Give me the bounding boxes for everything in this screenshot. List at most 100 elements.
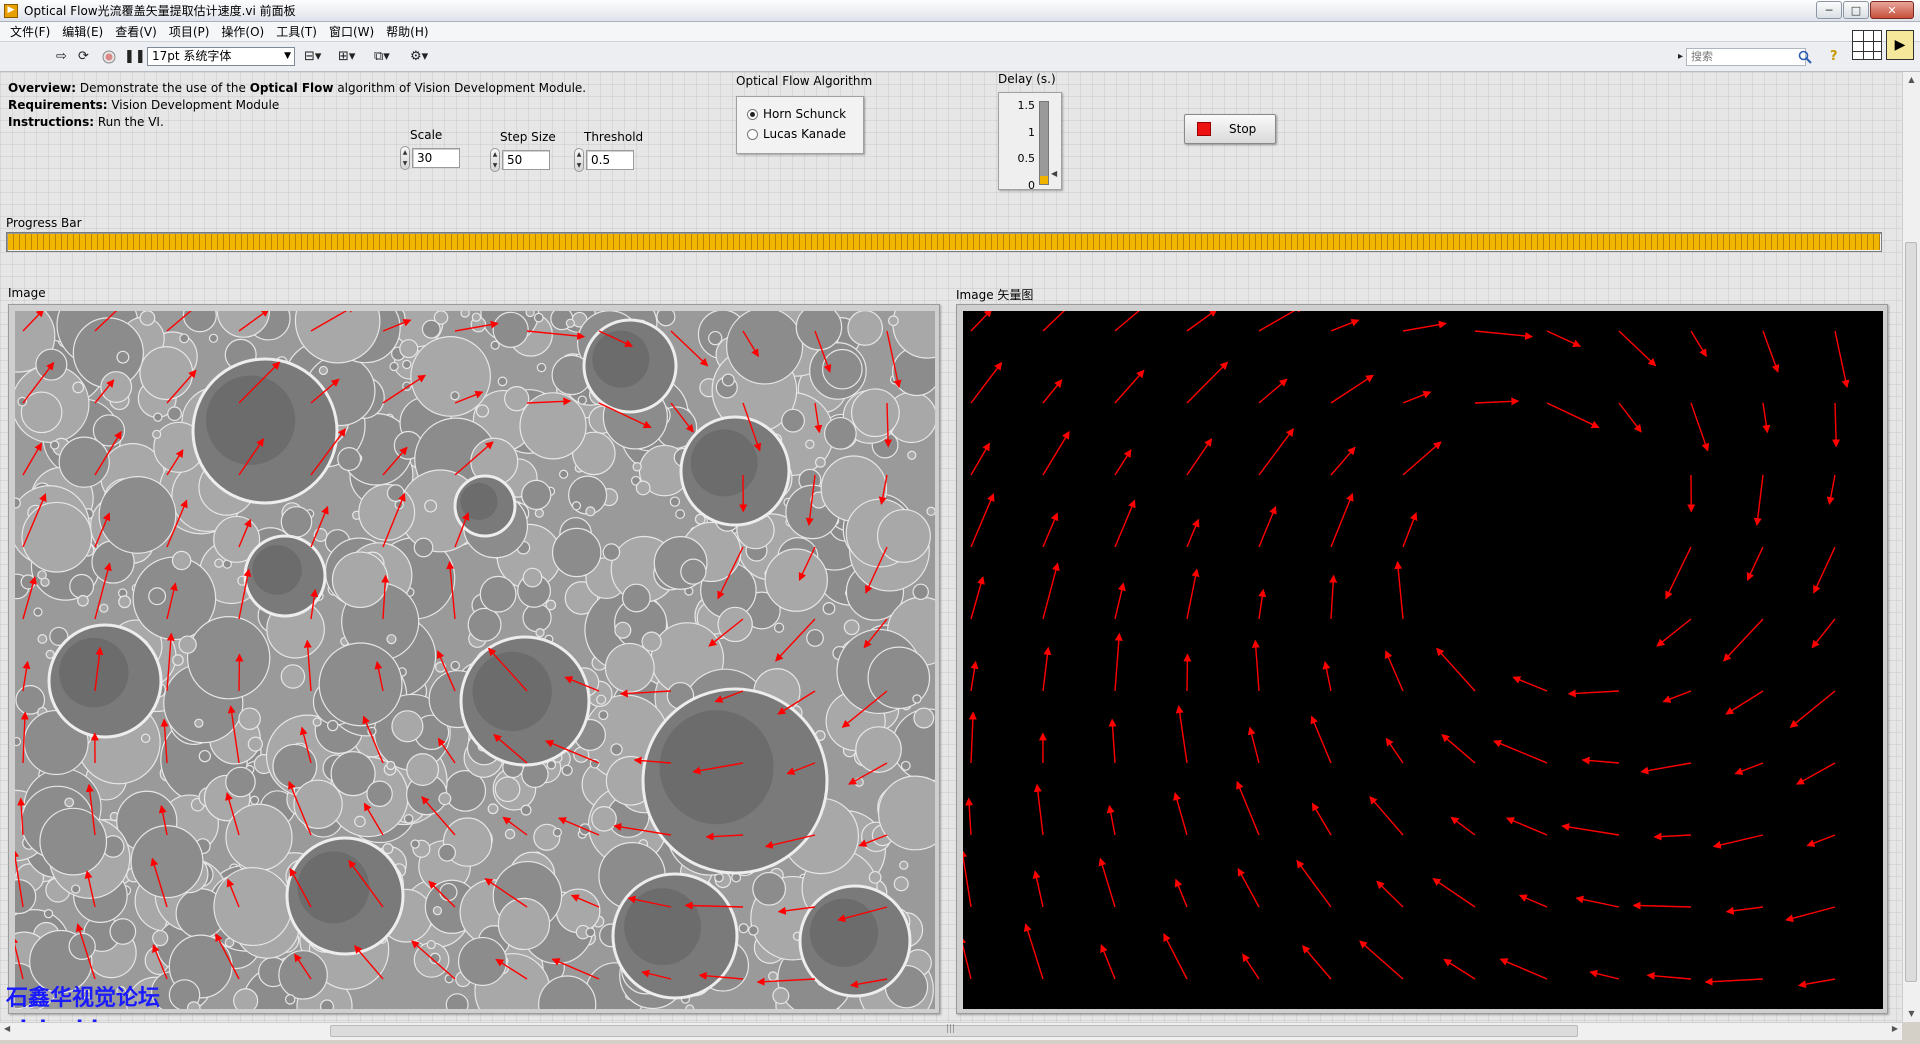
bubble (753, 872, 786, 905)
bubble (451, 392, 459, 400)
menu-tools[interactable]: 工具(T) (270, 22, 323, 42)
bubble (332, 552, 387, 607)
stop-button[interactable]: Stop (1184, 114, 1276, 144)
bubble (99, 477, 176, 554)
instructions-line: Instructions: Run the VI. (8, 114, 586, 131)
bubble (562, 765, 572, 775)
threshold-input[interactable]: 0.5 (586, 150, 634, 170)
scroll-down-icon[interactable]: ▼ (1903, 1006, 1920, 1022)
menu-file[interactable]: 文件(F) (4, 22, 56, 42)
help-icon[interactable]: ? (1830, 48, 1838, 65)
bubble (226, 767, 255, 796)
vector-field-image[interactable] (963, 311, 1883, 1009)
bubble (816, 458, 826, 468)
bubble (633, 463, 641, 471)
run-arrow-icon[interactable]: ⇨ (56, 48, 67, 65)
front-panel: Overview: Demonstrate the use of the Opt… (0, 72, 1902, 1022)
step-size-input[interactable]: 50 (502, 150, 550, 170)
bubble-shade (297, 851, 369, 923)
bubble (523, 568, 542, 587)
bubble (553, 828, 561, 836)
scale-spinner[interactable]: ▲▼ (400, 146, 410, 170)
menu-edit[interactable]: 编辑(E) (56, 22, 109, 42)
bubble (439, 793, 451, 805)
image-left-label: Image (8, 286, 46, 300)
bubble (18, 397, 27, 406)
delay-slider-thumb-icon[interactable]: ◀ (1051, 169, 1057, 178)
resize-objects-icon[interactable]: ⧉▾ (374, 48, 390, 65)
bubble-shade (810, 899, 878, 967)
bubble (439, 844, 456, 861)
radio-lucas-kanade[interactable]: Lucas Kanade (747, 127, 846, 141)
pause-icon[interactable]: ❚❚ (124, 48, 146, 65)
run-continuously-icon[interactable]: ⟳ (78, 48, 89, 65)
menu-operate[interactable]: 操作(O) (215, 22, 270, 42)
scale-input[interactable]: 30 (412, 148, 460, 168)
bubble (281, 665, 304, 688)
menu-window[interactable]: 窗口(W) (323, 22, 380, 42)
search-input[interactable]: 搜索 (1686, 48, 1806, 66)
foam-image-with-vectors[interactable] (15, 311, 935, 1009)
bubble (913, 695, 921, 703)
font-select[interactable]: 17pt 系统字体 ▼ (147, 47, 295, 66)
bubble (901, 761, 910, 770)
bubble (51, 441, 59, 449)
reorder-icon[interactable]: ⚙▾ (410, 48, 428, 65)
bubble (319, 643, 402, 726)
vertical-scrollbar[interactable]: ▲ ▼ (1902, 72, 1920, 1022)
menu-help[interactable]: 帮助(H) (380, 22, 434, 42)
bubble (451, 661, 459, 669)
bubble (313, 718, 321, 726)
stop-square-icon (1197, 122, 1211, 136)
radio-horn-schunck[interactable]: Horn Schunck (747, 107, 846, 121)
bubble (603, 544, 619, 560)
scroll-up-icon[interactable]: ▲ (1903, 72, 1920, 88)
bubble (578, 396, 586, 404)
radio-selected-icon (747, 109, 758, 120)
bubble (387, 635, 396, 644)
overview-line: Overview: Demonstrate the use of the Opt… (8, 80, 586, 97)
delay-tick: 0.5 (1018, 152, 1036, 165)
bubble (34, 608, 42, 616)
bubble (387, 761, 395, 769)
horizontal-scrollbar[interactable]: ◀ ||| ▶ (0, 1022, 1902, 1040)
bubble (546, 600, 555, 609)
connector-pane-icon[interactable] (1852, 30, 1882, 60)
bubble (173, 655, 183, 665)
bubble (498, 377, 507, 386)
bubble (894, 877, 908, 891)
bubble (251, 796, 259, 804)
vertical-scroll-thumb[interactable] (1905, 242, 1917, 982)
bubble (477, 405, 489, 417)
description-text: Overview: Demonstrate the use of the Opt… (8, 80, 586, 131)
distribute-objects-icon[interactable]: ⊞▾ (338, 48, 355, 65)
stop-button-label: Stop (1229, 122, 1256, 136)
scroll-left-icon[interactable]: ◀ (4, 1024, 10, 1033)
bubble (586, 507, 595, 516)
menu-view[interactable]: 查看(V) (109, 22, 163, 42)
align-objects-icon[interactable]: ⊟▾ (304, 48, 321, 65)
bubble (70, 574, 94, 598)
threshold-spinner[interactable]: ▲▼ (574, 148, 584, 172)
bubble (536, 629, 544, 637)
close-button[interactable]: ✕ (1870, 1, 1914, 19)
bubble (328, 720, 338, 730)
delay-slider-track[interactable] (1039, 101, 1049, 185)
bubble-shade (473, 652, 552, 731)
scroll-right-icon[interactable]: ▶ (1892, 1024, 1898, 1033)
bubble (856, 727, 901, 772)
bubble (440, 884, 457, 901)
bubble (425, 500, 437, 512)
menu-project[interactable]: 项目(P) (163, 22, 216, 42)
step-size-spinner[interactable]: ▲▼ (490, 148, 500, 172)
bubble (461, 311, 469, 317)
bubble (592, 807, 616, 831)
search-icon[interactable] (1798, 48, 1812, 65)
progress-bar-fill (8, 234, 1880, 250)
abort-icon[interactable] (102, 48, 116, 65)
minimize-button[interactable]: ─ (1816, 1, 1842, 19)
radio-unselected-icon (747, 129, 758, 140)
maximize-button[interactable]: □ (1843, 1, 1869, 19)
bubble (168, 407, 181, 420)
vi-icon[interactable]: ▶ (1886, 30, 1914, 60)
